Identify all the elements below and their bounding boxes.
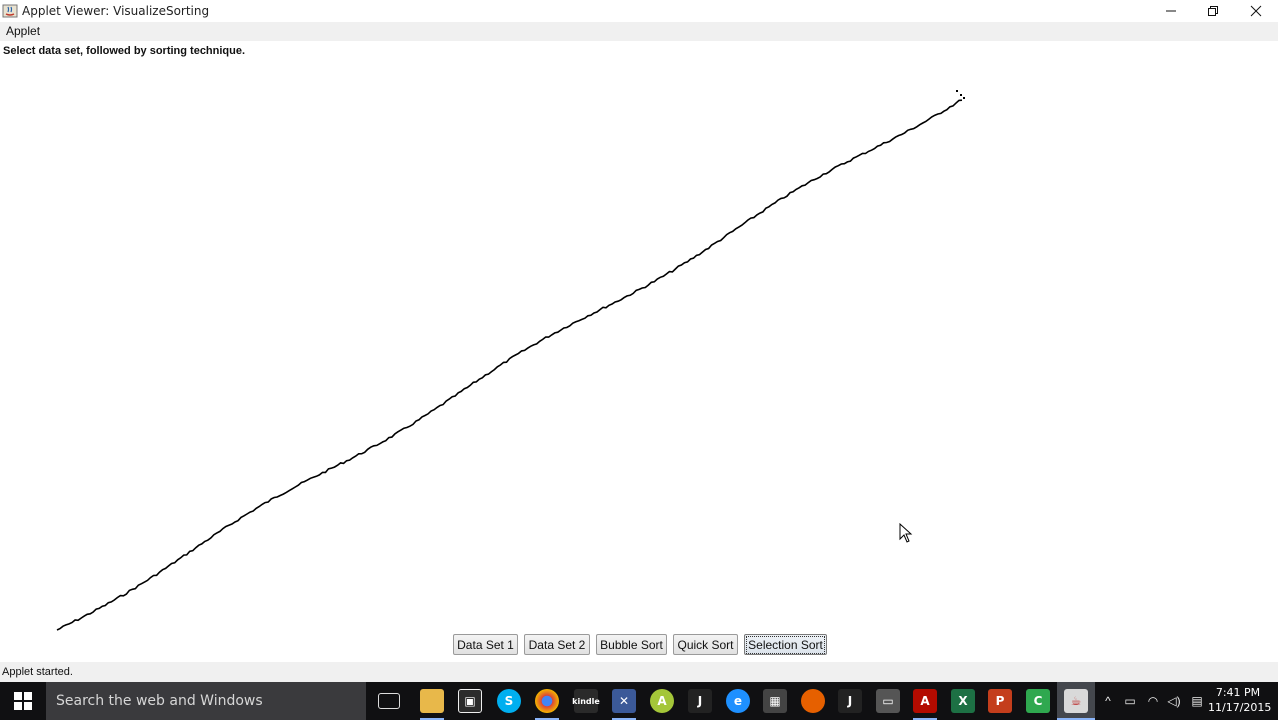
- data-set-1-label: Data Set 1: [457, 637, 514, 652]
- acrobat-icon[interactable]: A: [913, 689, 937, 713]
- bubble-sort-button[interactable]: Bubble Sort: [596, 634, 667, 655]
- visual-studio-icon[interactable]: ✕: [612, 689, 636, 713]
- terminal-icon[interactable]: ▭: [876, 689, 900, 713]
- chrome-icon[interactable]: [535, 689, 559, 713]
- action-center-icon[interactable]: ▤: [1187, 682, 1207, 720]
- data-set-1-button[interactable]: Data Set 1: [453, 634, 518, 655]
- battery-icon[interactable]: ▭: [1120, 682, 1140, 720]
- windows-logo-icon: [14, 692, 32, 710]
- clock-date: 11/17/2015: [1208, 701, 1272, 714]
- file-explorer-icon[interactable]: [420, 689, 444, 713]
- applet-button-row: Data Set 1 Data Set 2 Bubble Sort Quick …: [0, 634, 1278, 658]
- android-studio-icon[interactable]: A: [650, 689, 674, 713]
- unsorted-value-point: [963, 97, 965, 99]
- jetbrains-icon[interactable]: J: [838, 689, 862, 713]
- sorted-values-line: [56, 99, 963, 631]
- title-bar: Applet Viewer: VisualizeSorting: [0, 0, 1278, 22]
- store-icon[interactable]: ▣: [458, 689, 482, 713]
- firefox-icon[interactable]: [801, 689, 825, 713]
- wifi-icon[interactable]: ◠: [1143, 682, 1163, 720]
- quick-sort-label: Quick Sort: [677, 637, 734, 652]
- taskbar-search-box[interactable]: Search the web and Windows: [46, 682, 366, 720]
- data-set-2-button[interactable]: Data Set 2: [524, 634, 590, 655]
- data-set-2-label: Data Set 2: [528, 637, 586, 652]
- skype-icon[interactable]: S: [497, 689, 521, 713]
- close-button[interactable]: [1233, 0, 1278, 22]
- edge-icon[interactable]: e: [726, 689, 750, 713]
- unsorted-value-point: [960, 94, 962, 96]
- intellij-icon[interactable]: J: [688, 689, 712, 713]
- java-icon[interactable]: ☕: [1064, 689, 1088, 713]
- volume-icon[interactable]: ◁): [1164, 682, 1184, 720]
- minimize-button[interactable]: [1148, 0, 1194, 22]
- show-hidden-icons-icon[interactable]: ^: [1099, 682, 1117, 720]
- restore-icon: [1208, 6, 1218, 16]
- quick-sort-button[interactable]: Quick Sort: [673, 634, 738, 655]
- taskbar-clock[interactable]: 7:41 PM 11/17/2015: [1208, 685, 1272, 715]
- calculator-icon[interactable]: ▦: [763, 689, 787, 713]
- powerpoint-icon[interactable]: P: [988, 689, 1012, 713]
- task-view-icon[interactable]: [378, 693, 400, 709]
- window-title: Applet Viewer: VisualizeSorting: [22, 4, 210, 18]
- applet-canvas: Select data set, followed by sorting tec…: [0, 41, 1278, 662]
- selection-sort-button[interactable]: Selection Sort: [744, 634, 827, 655]
- selection-sort-label: Selection Sort: [746, 635, 825, 654]
- windows-taskbar: Search the web and Windows ▣ S kindle ✕ …: [0, 682, 1278, 720]
- minimize-icon: [1166, 10, 1176, 12]
- excel-icon[interactable]: X: [951, 689, 975, 713]
- restore-button[interactable]: [1190, 0, 1236, 22]
- menu-bar: Applet: [0, 22, 1278, 41]
- status-text: Applet started.: [2, 666, 73, 678]
- clock-time: 7:41 PM: [1215, 686, 1261, 699]
- java-app-icon: [2, 3, 18, 19]
- start-button[interactable]: [0, 682, 46, 720]
- search-placeholder: Search the web and Windows: [56, 693, 263, 709]
- kindle-icon[interactable]: kindle: [572, 689, 600, 713]
- menu-applet[interactable]: Applet: [6, 24, 40, 38]
- mouse-cursor-icon: [899, 523, 913, 543]
- unsorted-value-point: [956, 90, 958, 92]
- close-icon: [1250, 5, 1262, 17]
- bubble-sort-label: Bubble Sort: [600, 637, 663, 652]
- status-bar: Applet started.: [0, 662, 1278, 682]
- instruction-text: Select data set, followed by sorting tec…: [3, 45, 246, 57]
- sorted-data-line-plot: [56, 90, 965, 631]
- camtasia-icon[interactable]: C: [1026, 689, 1050, 713]
